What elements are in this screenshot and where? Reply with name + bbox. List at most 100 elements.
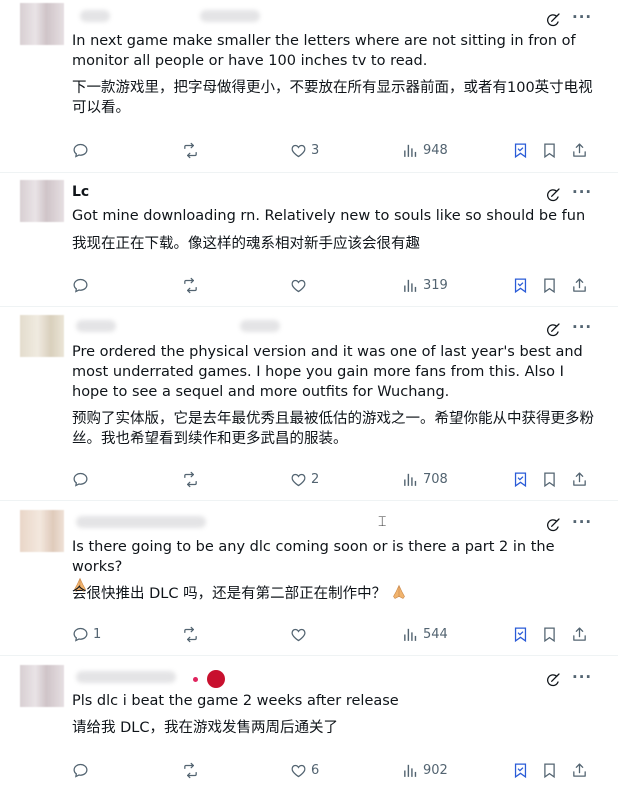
views-button[interactable]: 948	[402, 140, 448, 160]
like-count: 6	[311, 762, 320, 778]
grok-icon[interactable]	[545, 12, 561, 28]
username-blurred	[76, 671, 176, 683]
reply-icon	[72, 471, 89, 488]
status-dot	[193, 677, 198, 682]
reply-button[interactable]	[72, 760, 93, 780]
action-bar: 319	[72, 275, 592, 295]
grok-analyze-button[interactable]	[512, 140, 529, 160]
like-button[interactable]: 3	[290, 140, 319, 160]
like-button[interactable]	[290, 624, 311, 644]
more-icon[interactable]: ···	[572, 8, 592, 26]
reply-button[interactable]: 1	[72, 624, 101, 644]
share-button[interactable]	[571, 760, 588, 780]
views-button[interactable]: 544	[402, 624, 448, 644]
reply-button[interactable]	[72, 275, 93, 295]
reply-button[interactable]	[72, 140, 93, 160]
views-button[interactable]: 708	[402, 469, 448, 489]
bookmark-icon	[541, 762, 558, 779]
post-text: Pre ordered the physical version and it …	[72, 344, 583, 400]
like-button[interactable]: 2	[290, 469, 319, 489]
share-button[interactable]	[571, 469, 588, 489]
repost-icon	[182, 277, 199, 294]
repost-button[interactable]	[182, 140, 203, 160]
divider	[0, 306, 618, 307]
post-text: Got mine downloading rn. Relatively new …	[72, 208, 586, 224]
grok-analyze-button[interactable]	[512, 469, 529, 489]
share-icon	[571, 277, 588, 294]
post-translation: 预购了实体版，它是去年最优秀且最被低估的游戏之一。希望你能从中获得更多粉丝。我也…	[72, 411, 594, 447]
more-icon[interactable]: ···	[572, 318, 592, 336]
avatar[interactable]	[20, 180, 64, 222]
action-bar: 3 948	[72, 140, 592, 160]
grok-icon[interactable]	[545, 322, 561, 338]
post-translation: 会很快推出 DLC 吗，还是有第二部正在制作中？	[72, 584, 602, 604]
bookmark-button[interactable]	[541, 140, 558, 160]
share-icon	[571, 626, 588, 643]
heart-icon	[290, 142, 307, 159]
avatar[interactable]	[20, 665, 64, 707]
views-icon	[402, 471, 419, 488]
view-count: 708	[423, 471, 448, 487]
views-button[interactable]: 319	[402, 275, 448, 295]
avatar[interactable]	[20, 315, 64, 357]
bookmark-icon	[541, 626, 558, 643]
view-count: 948	[423, 142, 448, 158]
divider	[0, 655, 618, 656]
views-icon	[402, 626, 419, 643]
more-icon[interactable]: ···	[572, 513, 592, 531]
divider	[0, 500, 618, 501]
bookmark-icon	[541, 471, 558, 488]
post-translation: 请给我 DLC，我在游戏发售两周后通关了	[72, 720, 338, 736]
bookmark-button[interactable]	[541, 760, 558, 780]
grok-analyze-icon	[512, 471, 529, 488]
grok-icon[interactable]	[545, 187, 561, 203]
reply-icon	[72, 277, 89, 294]
repost-icon	[182, 762, 199, 779]
avatar[interactable]	[20, 510, 64, 552]
share-icon	[571, 142, 588, 159]
divider	[0, 172, 618, 173]
grok-analyze-icon	[512, 626, 529, 643]
views-icon	[402, 762, 419, 779]
text-cursor-icon: ⌶	[378, 514, 387, 530]
grok-analyze-button[interactable]	[512, 275, 529, 295]
post-translation: 下一款游戏里，把字母做得更小，不要放在所有显示器前面，或者有100英寸电视可以看…	[72, 80, 593, 116]
more-icon[interactable]: ···	[572, 183, 592, 201]
bookmark-button[interactable]	[541, 469, 558, 489]
grok-analyze-icon	[512, 142, 529, 159]
heart-icon	[290, 626, 307, 643]
reply-button[interactable]	[72, 469, 93, 489]
repost-button[interactable]	[182, 469, 203, 489]
grok-icon[interactable]	[545, 672, 561, 688]
reply-icon	[72, 142, 89, 159]
bookmark-icon	[541, 277, 558, 294]
share-button[interactable]	[571, 624, 588, 644]
username[interactable]: Lc	[72, 184, 89, 200]
bookmark-button[interactable]	[541, 624, 558, 644]
view-count: 544	[423, 626, 448, 642]
username-blurred	[76, 320, 116, 332]
repost-button[interactable]	[182, 275, 203, 295]
views-icon	[402, 142, 419, 159]
action-bar: 2 708	[72, 469, 592, 489]
more-icon[interactable]: ···	[572, 668, 592, 686]
views-button[interactable]: 902	[402, 760, 448, 780]
like-button[interactable]	[290, 275, 311, 295]
reply-count: 1	[93, 626, 102, 642]
share-button[interactable]	[571, 275, 588, 295]
like-count: 2	[311, 471, 320, 487]
share-button[interactable]	[571, 140, 588, 160]
repost-button[interactable]	[182, 624, 203, 644]
view-count: 902	[423, 762, 448, 778]
grok-analyze-button[interactable]	[512, 624, 529, 644]
repost-icon	[182, 142, 199, 159]
avatar[interactable]	[20, 3, 64, 45]
grok-icon[interactable]	[545, 517, 561, 533]
affiliate-badge-icon	[207, 670, 225, 688]
bookmark-button[interactable]	[541, 275, 558, 295]
handle-blurred	[240, 320, 280, 332]
repost-button[interactable]	[182, 760, 203, 780]
grok-analyze-button[interactable]	[512, 760, 529, 780]
like-button[interactable]: 6	[290, 760, 319, 780]
action-bar: 6 902	[72, 760, 592, 780]
